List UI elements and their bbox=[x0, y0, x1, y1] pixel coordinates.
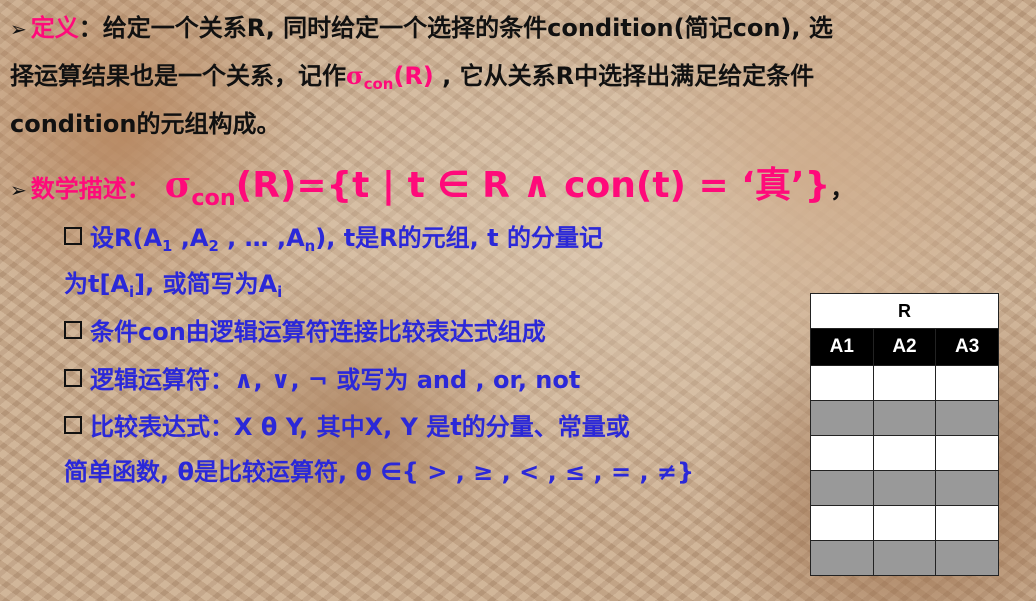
item-1-line-1: 设R(A1 ,A2 , … ,An), t是R的元组, t 的分量记 bbox=[64, 218, 603, 255]
table-header-a2: A2 bbox=[872, 328, 937, 366]
math-description-line: ➢ 数学描述： σcon(R)={t | t ∈ R ∧ con(t) = ‘真’}… bbox=[10, 156, 854, 211]
relation-r-table: R A1 A2 A3 bbox=[810, 293, 999, 576]
table-row bbox=[810, 365, 999, 401]
definition-text-2b: , 它从关系R中选择出满足给定条件 bbox=[433, 62, 815, 90]
table-row bbox=[810, 505, 999, 541]
item-3: 逻辑运算符：∧, ∨, ¬ 或写为 and , or, not bbox=[64, 360, 580, 395]
item-4-line-1: 比较表达式：X θ Y, 其中X, Y 是t的分量、常量或 bbox=[64, 407, 630, 442]
checkbox-bullet-icon bbox=[64, 416, 82, 434]
item-1-line-2: 为t[Ai], 或简写为Ai bbox=[64, 270, 283, 302]
sigma-notation-inline: σcon(R) bbox=[346, 61, 434, 94]
definition-line-2: 择运算结果也是一个关系，记作σcon(R) , 它从关系R中选择出满足给定条件 bbox=[10, 56, 814, 93]
table-header-a1: A1 bbox=[810, 328, 874, 366]
definition-line-3: condition的元组构成。 bbox=[10, 104, 280, 139]
selection-formula: σcon(R)={t | t ∈ R ∧ con(t) = ‘真’} bbox=[164, 164, 831, 211]
table-row bbox=[810, 540, 999, 576]
item-2: 条件con由逻辑运算符连接比较表达式组成 bbox=[64, 312, 546, 347]
table-title: R bbox=[810, 293, 999, 329]
table-row bbox=[810, 470, 999, 506]
math-colon: ： bbox=[126, 175, 151, 203]
arrow-bullet-icon: ➢ bbox=[10, 178, 27, 202]
checkbox-bullet-icon bbox=[64, 369, 82, 387]
definition-line-1: ➢ 定义：给定一个关系R, 同时给定一个选择的条件condition(简记con)… bbox=[10, 8, 833, 43]
math-label: 数学描述 bbox=[30, 175, 127, 203]
table-row bbox=[810, 435, 999, 471]
definition-text-3: condition的元组构成。 bbox=[10, 110, 281, 138]
definition-text-1: 给定一个关系R, 同时给定一个选择的条件condition(简记con), 选 bbox=[102, 14, 833, 42]
checkbox-bullet-icon bbox=[64, 227, 82, 245]
table-row bbox=[810, 400, 999, 436]
definition-label: 定义 bbox=[30, 14, 79, 42]
formula-trailing-comma: ， bbox=[830, 175, 855, 203]
item-4-line-2: 简单函数, θ是比较运算符, θ ∈{ > , ≥ , < , ≤ , = , … bbox=[64, 458, 695, 486]
definition-text-2a: 择运算结果也是一个关系，记作 bbox=[10, 62, 346, 90]
definition-colon: ： bbox=[78, 14, 103, 42]
table-header-a3: A3 bbox=[935, 328, 999, 366]
arrow-bullet-icon: ➢ bbox=[10, 17, 27, 41]
checkbox-bullet-icon bbox=[64, 321, 82, 339]
